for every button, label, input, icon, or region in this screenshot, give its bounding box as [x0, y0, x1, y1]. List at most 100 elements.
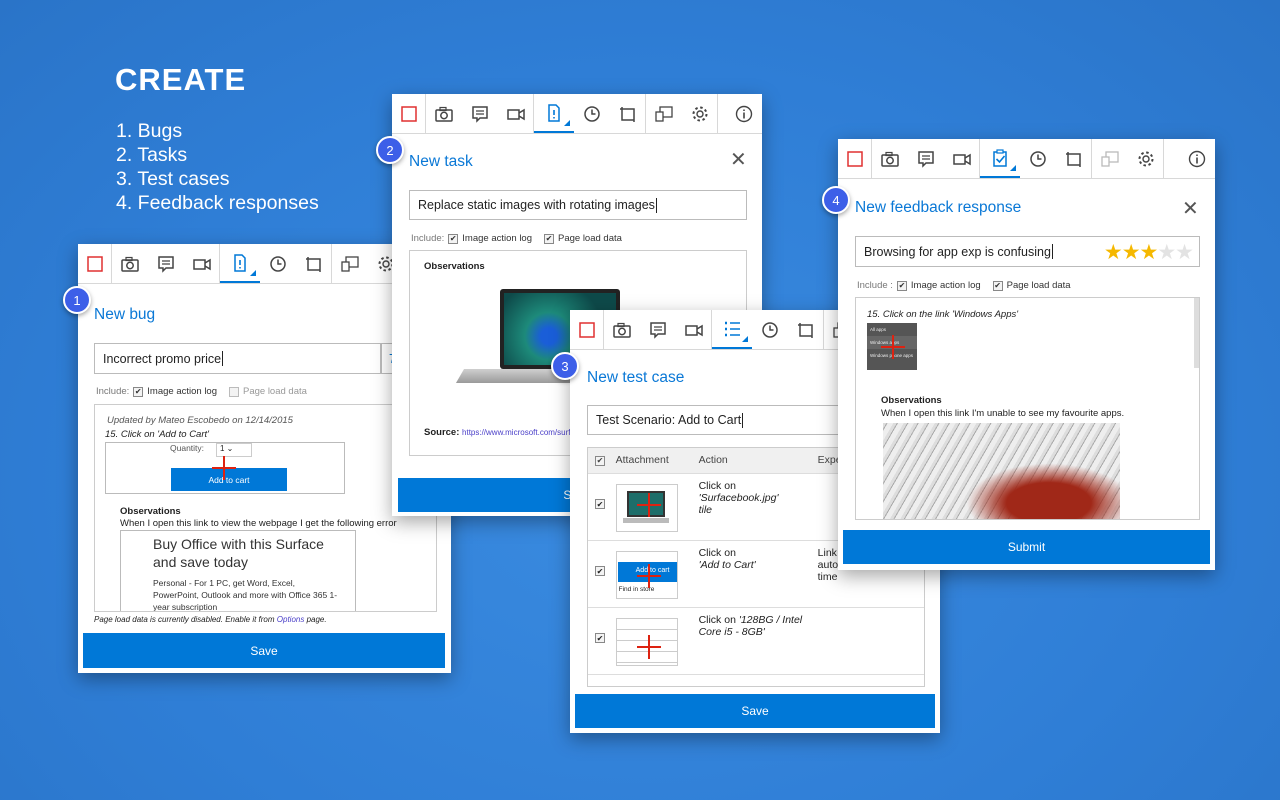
video-button[interactable]: [676, 310, 712, 349]
star-icon[interactable]: ★: [1104, 241, 1123, 264]
camera-button[interactable]: [112, 244, 148, 283]
stop-recording-button[interactable]: [392, 94, 426, 133]
page-load-data-checkbox[interactable]: ✔: [544, 233, 554, 244]
rotate-button[interactable]: [1056, 139, 1092, 178]
note-icon: [472, 105, 488, 123]
bug-title-input[interactable]: Incorrect promo price: [94, 343, 382, 374]
note-button[interactable]: [148, 244, 184, 283]
options-link[interactable]: Options: [277, 615, 305, 624]
note-button[interactable]: [640, 310, 676, 349]
clock-button[interactable]: [1020, 139, 1056, 178]
include-label: Include:: [96, 386, 130, 397]
source-link[interactable]: https://www.microsoft.com/surface: [462, 428, 583, 437]
stop-recording-icon: [86, 255, 103, 272]
feedback-title-input[interactable]: Browsing for app exp is confusing ★★★★★: [855, 236, 1200, 267]
click-marker-icon: [636, 492, 661, 517]
save-button[interactable]: Save: [575, 694, 935, 728]
toolbar: [392, 94, 762, 134]
clock-button[interactable]: [752, 310, 788, 349]
hero-list: 1. Bugs 2. Tasks 3. Test cases 4. Feedba…: [116, 119, 319, 215]
stop-recording-icon: [400, 105, 417, 122]
observations-heading: Observations: [120, 506, 181, 517]
video-button[interactable]: [944, 139, 980, 178]
clock-button[interactable]: [574, 94, 610, 133]
row-checkbox[interactable]: ✔: [595, 633, 605, 643]
star-icon[interactable]: ★: [1157, 241, 1176, 264]
source-row: Source: https://www.microsoft.com/surfac…: [424, 427, 584, 438]
image-action-log-checkbox[interactable]: ✔: [448, 233, 459, 244]
clipboard-icon: [993, 148, 1007, 167]
rotate-button[interactable]: [296, 244, 332, 283]
select-all-checkbox[interactable]: ✔: [595, 455, 605, 466]
close-icon[interactable]: ✕: [730, 147, 747, 172]
panel-title: New test case: [587, 369, 685, 386]
attachment-thumbnail[interactable]: [615, 483, 678, 532]
rotate-icon: [305, 256, 321, 272]
stop-recording-button[interactable]: [838, 139, 872, 178]
table-row[interactable]: ✔ Click on '128BG / Intel Core i5 - 8GB': [588, 607, 924, 675]
clock-icon: [584, 105, 600, 122]
close-icon[interactable]: ✕: [1182, 196, 1199, 221]
save-button[interactable]: Save: [83, 633, 445, 668]
column-header[interactable]: Action: [698, 448, 818, 474]
stop-recording-button[interactable]: [78, 244, 112, 283]
hero-item: 2. Tasks: [116, 144, 188, 166]
windows-apps-screenshot: All apps Windows apps Windows phone apps: [867, 323, 917, 370]
click-marker-icon: [636, 634, 661, 659]
gear-button[interactable]: [1128, 139, 1164, 178]
gear-button[interactable]: [682, 94, 718, 133]
star-icon[interactable]: ★: [1140, 241, 1159, 264]
video-button[interactable]: [498, 94, 534, 133]
submit-button[interactable]: Submit: [843, 530, 1210, 564]
stop-recording-icon: [578, 321, 595, 338]
info-button[interactable]: [1179, 139, 1215, 178]
star-rating[interactable]: ★★★★★: [1104, 240, 1194, 265]
scrollbar[interactable]: [1194, 298, 1199, 368]
camera-icon: [613, 322, 631, 338]
clipboard-button[interactable]: [980, 139, 1020, 178]
step-badge-1: 1: [63, 286, 91, 314]
page-load-data-checkbox[interactable]: ✔: [992, 280, 1003, 291]
page-load-data-checkbox[interactable]: [229, 386, 239, 397]
device-button[interactable]: [646, 94, 682, 133]
video-button[interactable]: [184, 244, 220, 283]
list-button[interactable]: [712, 310, 752, 349]
device-button[interactable]: [1092, 139, 1128, 178]
camera-button[interactable]: [604, 310, 640, 349]
star-icon[interactable]: ★: [1122, 241, 1141, 264]
action-cell: Click on 'Add to Cart': [698, 540, 818, 608]
task-title-input[interactable]: Replace static images with rotating imag…: [409, 190, 747, 220]
attachment-thumbnail[interactable]: Add to cart Find in store: [615, 550, 678, 599]
observations-text: When I open this link to view the webpag…: [120, 518, 397, 529]
stop-recording-button[interactable]: [570, 310, 604, 349]
rotate-icon: [797, 322, 813, 338]
camera-icon: [881, 151, 899, 167]
video-icon: [684, 324, 703, 336]
device-icon: [1101, 150, 1119, 167]
checkbox-label: Page load data: [558, 233, 622, 244]
image-action-log-checkbox[interactable]: ✔: [896, 280, 907, 291]
clock-button[interactable]: [260, 244, 296, 283]
expected-cell: [817, 607, 924, 675]
star-icon[interactable]: ★: [1175, 241, 1194, 264]
image-action-log-checkbox[interactable]: ✔: [133, 386, 144, 397]
attachment-thumbnail[interactable]: [615, 617, 678, 666]
row-checkbox[interactable]: ✔: [595, 566, 605, 576]
note-button[interactable]: [462, 94, 498, 133]
bug-description[interactable]: Updated by Mateo Escobedo on 12/14/2015 …: [94, 404, 437, 612]
row-checkbox[interactable]: ✔: [595, 499, 605, 509]
include-label: Include :: [857, 280, 893, 291]
include-options: Include: ✔ Image action log ✔ Page load da…: [411, 233, 622, 244]
rotate-button[interactable]: [610, 94, 646, 133]
camera-button[interactable]: [872, 139, 908, 178]
device-button[interactable]: [332, 244, 368, 283]
info-button[interactable]: [726, 94, 762, 133]
rotate-button[interactable]: [788, 310, 824, 349]
note-button[interactable]: [908, 139, 944, 178]
work-item-button[interactable]: [534, 94, 574, 133]
feedback-description[interactable]: 15. Click on the link 'Windows Apps' All…: [855, 297, 1200, 520]
work-item-button[interactable]: [220, 244, 260, 283]
promo-title: Buy Office with this Surface and save to…: [153, 536, 324, 570]
camera-button[interactable]: [426, 94, 462, 133]
column-header[interactable]: Attachment: [615, 448, 699, 474]
